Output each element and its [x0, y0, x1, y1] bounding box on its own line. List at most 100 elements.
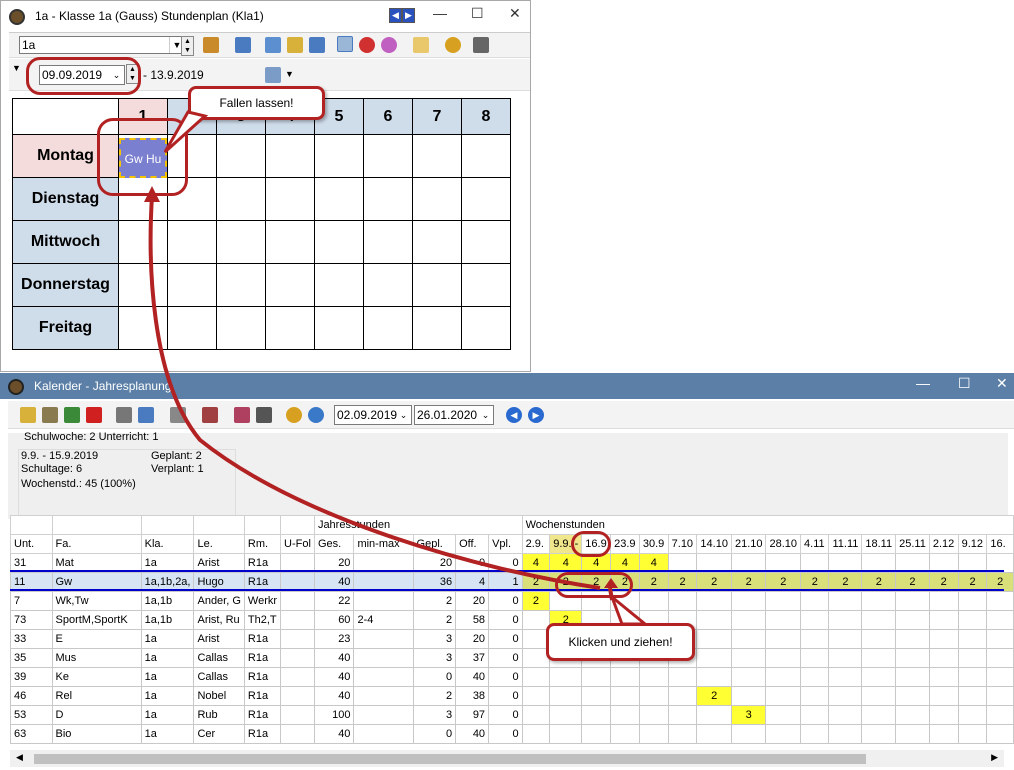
timetable-cell[interactable] — [265, 306, 315, 350]
next-arrow-icon[interactable]: ▶ — [402, 8, 415, 23]
week-cell[interactable] — [730, 667, 767, 687]
week-cell[interactable] — [667, 591, 698, 611]
week-cell[interactable] — [928, 610, 959, 630]
next-circle-icon[interactable]: ▶ — [528, 407, 544, 423]
week-cell[interactable] — [610, 724, 640, 744]
timetable-cell[interactable] — [314, 306, 364, 350]
week-cell[interactable] — [765, 724, 802, 744]
scroll-right-icon[interactable]: ▶ — [991, 752, 998, 763]
column-header[interactable]: Off. — [455, 534, 490, 554]
pencil-icon[interactable] — [337, 36, 353, 52]
molecule-icon[interactable] — [381, 37, 397, 53]
week-cell[interactable] — [861, 705, 897, 725]
minimize-icon[interactable]: — — [433, 5, 447, 21]
refresh-icon[interactable] — [308, 407, 324, 423]
week-cell[interactable] — [765, 686, 802, 706]
week-column-header[interactable]: 4.11 — [800, 534, 830, 554]
week-cell[interactable] — [800, 724, 830, 744]
timetable-cell[interactable] — [363, 263, 413, 307]
week-cell[interactable] — [828, 591, 863, 611]
calendar-date-to[interactable]: 26.01.2020 ⌄ — [414, 405, 494, 425]
timetable-cell[interactable] — [363, 220, 413, 264]
lock-icon[interactable] — [20, 407, 36, 423]
delete-icon[interactable] — [86, 407, 102, 423]
chevron-down-icon[interactable]: ⌄ — [396, 406, 411, 424]
calendar-icon[interactable] — [265, 67, 281, 83]
week-cell[interactable] — [861, 724, 897, 744]
timetable-cell[interactable] — [461, 306, 511, 350]
distribute-icon[interactable] — [234, 407, 250, 423]
gear-icon[interactable] — [445, 37, 461, 53]
week-cell[interactable] — [765, 705, 802, 725]
week-cell[interactable] — [610, 686, 640, 706]
undo-icon[interactable] — [309, 37, 325, 53]
week-cell[interactable] — [986, 667, 1014, 687]
lesson-row[interactable]: 63 Bio 1a Cer R1a 40 0 40 0 — [10, 724, 1014, 744]
column-header[interactable]: Ges. — [313, 534, 355, 554]
chain-icon[interactable] — [42, 407, 58, 423]
week-cell[interactable] — [861, 648, 897, 668]
week-cell[interactable] — [895, 591, 930, 611]
week-cell[interactable] — [696, 705, 732, 725]
prev-circle-icon[interactable]: ◀ — [506, 407, 522, 423]
week-cell[interactable] — [581, 724, 612, 744]
grid-icon[interactable] — [235, 37, 251, 53]
week-cell[interactable] — [549, 724, 583, 744]
timetable-cell[interactable] — [314, 134, 364, 178]
timetable-cell[interactable] — [118, 306, 168, 350]
week-cell[interactable] — [667, 705, 698, 725]
week-cell[interactable] — [861, 686, 897, 706]
timetable-cell[interactable] — [412, 177, 462, 221]
week-cell[interactable] — [581, 667, 612, 687]
week-cell[interactable] — [986, 648, 1014, 668]
week-cell[interactable]: 3 — [730, 705, 767, 725]
week-cell[interactable] — [957, 591, 988, 611]
week-cell[interactable] — [730, 724, 767, 744]
week-cell[interactable] — [957, 667, 988, 687]
timetable-cell[interactable] — [461, 134, 511, 178]
lesson-row[interactable]: 53 D 1a Rub R1a 100 3 97 0 3 — [10, 705, 1014, 725]
timetable-cell[interactable] — [216, 263, 266, 307]
week-cell[interactable] — [730, 648, 767, 668]
timetable-cell[interactable] — [363, 306, 413, 350]
filter-clear-icon[interactable] — [202, 407, 218, 423]
week-cell[interactable] — [667, 724, 698, 744]
week-cell[interactable] — [828, 667, 863, 687]
week-cell[interactable] — [800, 629, 830, 649]
cap-icon[interactable] — [256, 407, 272, 423]
week-cell[interactable] — [521, 724, 551, 744]
week-cell[interactable] — [957, 724, 988, 744]
timetable-cell[interactable] — [167, 220, 217, 264]
week-column-header[interactable]: 2.9. — [521, 534, 551, 554]
week-cell[interactable] — [957, 686, 988, 706]
week-cell[interactable] — [928, 591, 959, 611]
week-column-header[interactable]: 14.10 — [696, 534, 732, 554]
class-select[interactable]: 1a ▼ — [19, 36, 185, 54]
close-icon[interactable]: ✕ — [996, 375, 1008, 392]
settings-doc-icon[interactable] — [413, 37, 429, 53]
prev-arrow-icon[interactable]: ◀ — [389, 8, 402, 23]
week-column-header[interactable]: 21.10 — [730, 534, 767, 554]
timetable-cell[interactable] — [216, 177, 266, 221]
week-cell[interactable] — [730, 610, 767, 630]
week-cell[interactable] — [828, 724, 863, 744]
week-cell[interactable] — [638, 686, 669, 706]
week-cell[interactable] — [828, 648, 863, 668]
week-cell[interactable] — [800, 591, 830, 611]
week-cell[interactable] — [581, 705, 612, 725]
week-cell[interactable]: 2 — [696, 686, 732, 706]
table-edit-icon[interactable] — [138, 407, 154, 423]
week-cell[interactable] — [895, 667, 930, 687]
export-icon[interactable] — [64, 407, 80, 423]
week-column-header[interactable]: 23.9 — [610, 534, 640, 554]
week-cell[interactable] — [986, 705, 1014, 725]
timetable-cell[interactable] — [314, 220, 364, 264]
column-header[interactable]: U-Fol — [280, 534, 315, 554]
week-cell[interactable] — [696, 629, 732, 649]
week-cell[interactable] — [957, 610, 988, 630]
week-cell[interactable] — [549, 667, 583, 687]
week-cell[interactable] — [861, 591, 897, 611]
week-column-header[interactable]: 16. — [986, 534, 1014, 554]
import-icon[interactable] — [265, 37, 281, 53]
week-cell[interactable] — [895, 705, 930, 725]
